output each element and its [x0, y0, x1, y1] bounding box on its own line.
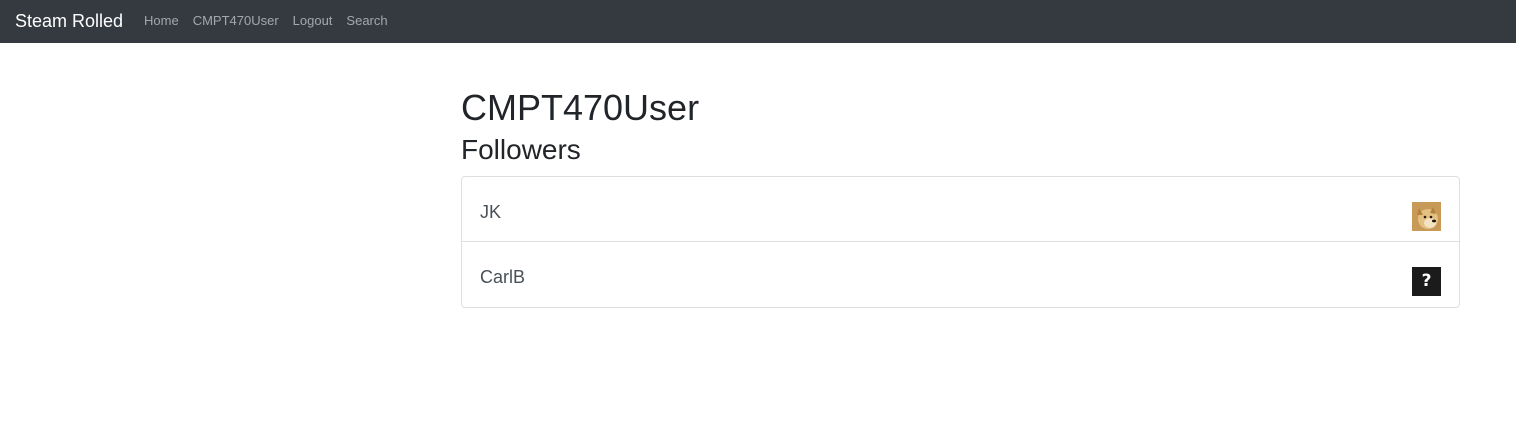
nav-search-link[interactable]: Search: [346, 13, 387, 29]
brand-link[interactable]: Steam Rolled: [15, 10, 123, 32]
nav-home-link[interactable]: Home: [144, 13, 179, 29]
page-title: CMPT470User: [461, 87, 700, 128]
list-item[interactable]: JK: [462, 177, 1459, 242]
doge-avatar: [1412, 202, 1441, 231]
top-navbar: Steam Rolled Home CMPT470User Logout Sea…: [0, 0, 1516, 43]
doge-icon: [1412, 202, 1441, 231]
main-content: CMPT470User Followers JK CarlB ?: [461, 86, 1460, 308]
nav-logout-link[interactable]: Logout: [293, 13, 333, 29]
nav-profile-link[interactable]: CMPT470User: [193, 13, 279, 29]
followers-list: JK CarlB ?: [461, 176, 1460, 308]
nav-links: Home CMPT470User Logout Search: [144, 13, 388, 29]
followers-heading: Followers: [461, 134, 581, 165]
follower-name[interactable]: JK: [480, 201, 501, 223]
list-item[interactable]: CarlB ?: [462, 242, 1459, 307]
follower-name[interactable]: CarlB: [480, 266, 525, 288]
question-mark-icon: ?: [1412, 267, 1441, 296]
